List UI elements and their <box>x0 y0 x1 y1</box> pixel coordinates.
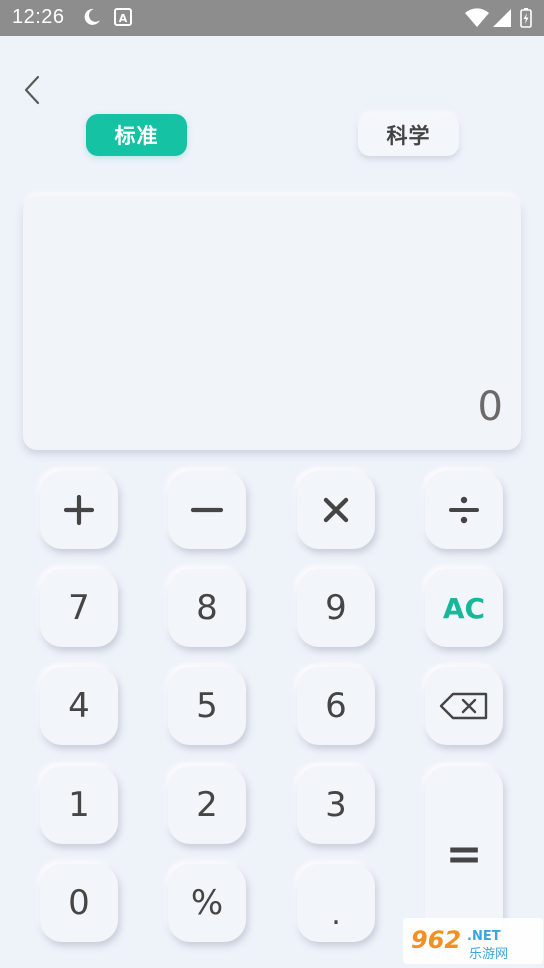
svg-text:962: 962 <box>411 926 461 954</box>
digit-6-button[interactable]: 6 <box>297 667 375 745</box>
digit-0-button[interactable]: 0 <box>40 864 118 942</box>
equals-button[interactable]: = <box>425 766 503 942</box>
calculator-display: 0 <box>23 196 521 450</box>
plus-icon <box>63 494 95 526</box>
signal-icon <box>492 8 512 32</box>
digit-2-button[interactable]: 2 <box>168 766 246 844</box>
percent-button[interactable]: % <box>168 864 246 942</box>
multiply-icon <box>323 497 349 523</box>
divide-icon <box>449 496 479 524</box>
watermark-logo: 962 .NET 乐游网 <box>403 918 543 964</box>
minus-button[interactable] <box>168 471 246 549</box>
status-time: 12:26 <box>12 6 65 28</box>
plus-button[interactable] <box>40 471 118 549</box>
chevron-left-icon <box>24 75 40 105</box>
digit-3-button[interactable]: 3 <box>297 766 375 844</box>
digit-4-button[interactable]: 4 <box>40 667 118 745</box>
display-value: 0 <box>477 384 503 430</box>
svg-text:乐游网: 乐游网 <box>469 947 508 962</box>
tab-scientific[interactable]: 科学 <box>358 114 459 156</box>
back-button[interactable] <box>18 72 50 108</box>
a-notification-icon: A <box>114 7 132 31</box>
battery-charging-icon <box>520 8 532 32</box>
digit-7-button[interactable]: 7 <box>40 569 118 647</box>
svg-text:.NET: .NET <box>467 929 501 944</box>
clear-button[interactable]: AC <box>425 569 503 647</box>
minus-icon <box>190 507 224 513</box>
digit-8-button[interactable]: 8 <box>168 569 246 647</box>
tab-standard[interactable]: 标准 <box>86 114 187 156</box>
digit-9-button[interactable]: 9 <box>297 569 375 647</box>
multiply-button[interactable] <box>297 471 375 549</box>
status-bar: 12:26 A <box>0 0 544 36</box>
decimal-point-button[interactable]: . <box>297 864 375 942</box>
moon-icon <box>82 7 102 31</box>
wifi-icon <box>464 8 490 32</box>
backspace-icon <box>439 692 488 720</box>
digit-1-button[interactable]: 1 <box>40 766 118 844</box>
backspace-button[interactable] <box>425 667 503 745</box>
svg-text:A: A <box>119 12 128 25</box>
digit-5-button[interactable]: 5 <box>168 667 246 745</box>
divide-button[interactable] <box>425 471 503 549</box>
